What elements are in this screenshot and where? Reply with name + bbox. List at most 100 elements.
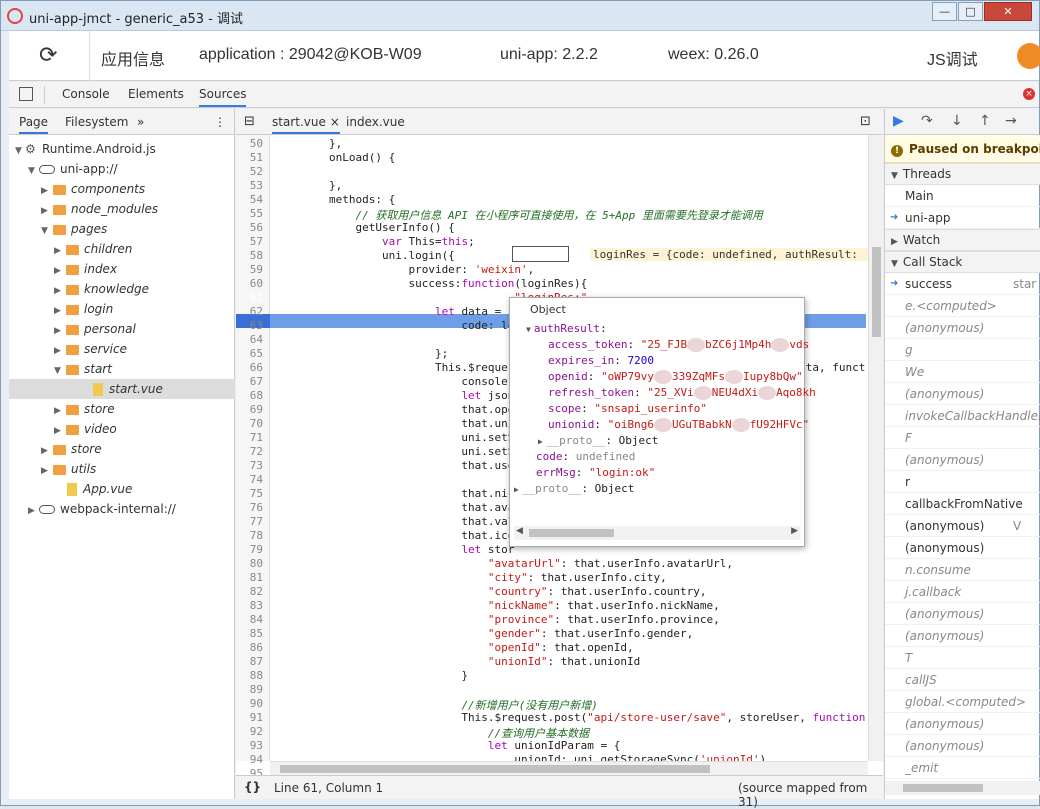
tab-page[interactable]: Page xyxy=(19,115,49,134)
line-number[interactable]: 67 xyxy=(250,375,263,388)
line-number[interactable]: 92 xyxy=(250,725,263,738)
line-number[interactable]: 87 xyxy=(250,655,263,668)
call-frame[interactable]: j.callback xyxy=(885,581,1040,603)
tab-filesystem[interactable]: Filesystem xyxy=(65,115,128,129)
hovered-variable[interactable] xyxy=(512,246,569,262)
expanded-arrow-icon[interactable]: ▼ xyxy=(15,141,25,161)
line-number[interactable]: 68 xyxy=(250,389,263,402)
line-number[interactable]: 56 xyxy=(250,221,263,234)
tab-start-vue[interactable]: start.vue × xyxy=(272,115,340,134)
object-property[interactable]: ▼ authResult: xyxy=(526,322,607,335)
line-number[interactable]: 61 xyxy=(250,291,263,304)
call-frame[interactable]: (anonymous) xyxy=(885,603,1040,625)
collapsed-arrow-icon[interactable]: ▶ xyxy=(41,441,51,461)
line-number[interactable]: 72 xyxy=(250,445,263,458)
call-frame[interactable]: e.<computed> xyxy=(885,295,1040,317)
line-number[interactable]: 88 xyxy=(250,669,263,682)
object-property[interactable]: ▶ __proto__: Object xyxy=(538,434,658,447)
line-number[interactable]: 58 xyxy=(250,249,263,262)
watch-section-header[interactable]: ▶ Watch xyxy=(885,229,1040,251)
line-number[interactable]: 50 xyxy=(250,137,263,150)
line-number[interactable]: 55 xyxy=(250,207,263,220)
line-number[interactable]: 89 xyxy=(250,683,263,696)
step-icon[interactable]: → xyxy=(1005,113,1017,129)
step-over-icon[interactable]: ↷ xyxy=(921,113,933,129)
tree-item[interactable]: start.vue xyxy=(9,379,235,399)
minimize-button[interactable]: — xyxy=(932,2,957,21)
toggle-debugger-icon[interactable]: ⊡ xyxy=(860,114,871,129)
collapsed-arrow-icon[interactable]: ▶ xyxy=(891,237,898,247)
callstack-section-header[interactable]: ▼ Call Stack xyxy=(885,251,1040,273)
line-number[interactable]: 65 xyxy=(250,347,263,360)
error-icon[interactable]: × xyxy=(1023,88,1035,100)
tree-item[interactable]: ▶ service xyxy=(9,339,235,359)
expanded-arrow-icon[interactable]: ▼ xyxy=(54,361,64,381)
line-number[interactable]: 90 xyxy=(250,697,263,710)
call-frame[interactable]: (anonymous) xyxy=(885,449,1040,471)
line-number[interactable]: 66 xyxy=(250,361,263,374)
call-frame[interactable]: r xyxy=(885,471,1040,493)
collapsed-arrow-icon[interactable]: ▶ xyxy=(41,461,51,481)
tree-item[interactable]: ▶ components xyxy=(9,179,235,199)
object-property[interactable]: unionid: "oiBng6 UGuTBabkN fU92HFVc" xyxy=(538,418,809,432)
thread-item[interactable]: Main xyxy=(885,185,1040,207)
tree-item[interactable]: ▶ video xyxy=(9,419,235,439)
line-number[interactable]: 63 xyxy=(250,319,263,332)
tree-item[interactable]: ▶ store xyxy=(9,399,235,419)
object-property[interactable]: refresh_token: "25_XVi NEU4dXi Aqo8kh xyxy=(538,386,816,400)
tree-item[interactable]: ▼ pages xyxy=(9,219,235,239)
object-property[interactable]: errMsg: "login:ok" xyxy=(526,466,655,479)
line-number[interactable]: 53 xyxy=(250,179,263,192)
call-frame[interactable]: invokeCallbackHandler xyxy=(885,405,1040,427)
collapsed-arrow-icon[interactable]: ▶ xyxy=(54,261,64,281)
collapsed-arrow-icon[interactable]: ▶ xyxy=(54,321,64,341)
vertical-scrollbar[interactable] xyxy=(868,135,883,761)
more-tabs-icon[interactable]: » xyxy=(137,115,144,129)
step-out-icon[interactable]: ↑ xyxy=(979,113,991,129)
expanded-arrow-icon[interactable]: ▼ xyxy=(41,221,51,241)
line-number[interactable]: 64 xyxy=(250,333,263,346)
line-number[interactable]: 91 xyxy=(250,711,263,724)
call-frame[interactable]: (anonymous) xyxy=(885,735,1040,757)
line-number[interactable]: 77 xyxy=(250,515,263,528)
tab-elements[interactable]: Elements xyxy=(128,87,184,101)
horizontal-scrollbar[interactable] xyxy=(885,781,1040,795)
call-frame[interactable]: T xyxy=(885,647,1040,669)
line-number[interactable]: 82 xyxy=(250,585,263,598)
line-number[interactable]: 86 xyxy=(250,641,263,654)
line-number[interactable]: 94 xyxy=(250,753,263,766)
tree-item[interactable]: ▶ knowledge xyxy=(9,279,235,299)
app-info-tab[interactable]: 应用信息 xyxy=(101,46,165,70)
object-property[interactable]: expires_in: 7200 xyxy=(538,354,654,367)
call-frame[interactable]: n.consume xyxy=(885,559,1040,581)
call-frame[interactable]: callJS xyxy=(885,669,1040,691)
inspect-element-icon[interactable] xyxy=(19,87,33,101)
call-frame[interactable]: (anonymous) xyxy=(885,625,1040,647)
thread-item[interactable]: ➜ uni-app xyxy=(885,207,1040,229)
scrollbar-thumb[interactable] xyxy=(280,765,710,773)
refresh-icon[interactable]: ⟳ xyxy=(39,43,57,68)
call-frame[interactable]: g xyxy=(885,339,1040,361)
horizontal-scrollbar[interactable]: ◀ ▶ xyxy=(514,526,800,540)
line-number[interactable]: 83 xyxy=(250,599,263,612)
line-number[interactable]: 52 xyxy=(250,165,263,178)
tab-index-vue[interactable]: index.vue xyxy=(346,115,405,129)
collapsed-arrow-icon[interactable]: ▶ xyxy=(54,301,64,321)
expanded-arrow-icon[interactable]: ▼ xyxy=(891,171,898,181)
tree-item[interactable]: ▶ store xyxy=(9,439,235,459)
tab-sources[interactable]: Sources xyxy=(199,87,247,107)
call-frame[interactable]: callbackFromNative xyxy=(885,493,1040,515)
scroll-right-icon[interactable]: ▶ xyxy=(791,526,798,536)
collapsed-arrow-icon[interactable]: ▶ xyxy=(54,241,64,261)
line-number[interactable]: 59 xyxy=(250,263,263,276)
call-frame[interactable]: _emit xyxy=(885,757,1040,779)
tree-item[interactable]: ▶ index xyxy=(9,259,235,279)
call-frame[interactable]: (anonymous) xyxy=(885,383,1040,405)
line-number[interactable]: 62 xyxy=(250,305,263,318)
tree-item[interactable]: ▼ ⚙ Runtime.Android.js xyxy=(9,139,235,159)
collapsed-arrow-icon[interactable]: ▶ xyxy=(54,281,64,301)
call-frame[interactable]: F xyxy=(885,427,1040,449)
object-property[interactable]: scope: "snsapi_userinfo" xyxy=(538,402,707,415)
line-number[interactable]: 78 xyxy=(250,529,263,542)
line-number[interactable]: 51 xyxy=(250,151,263,164)
